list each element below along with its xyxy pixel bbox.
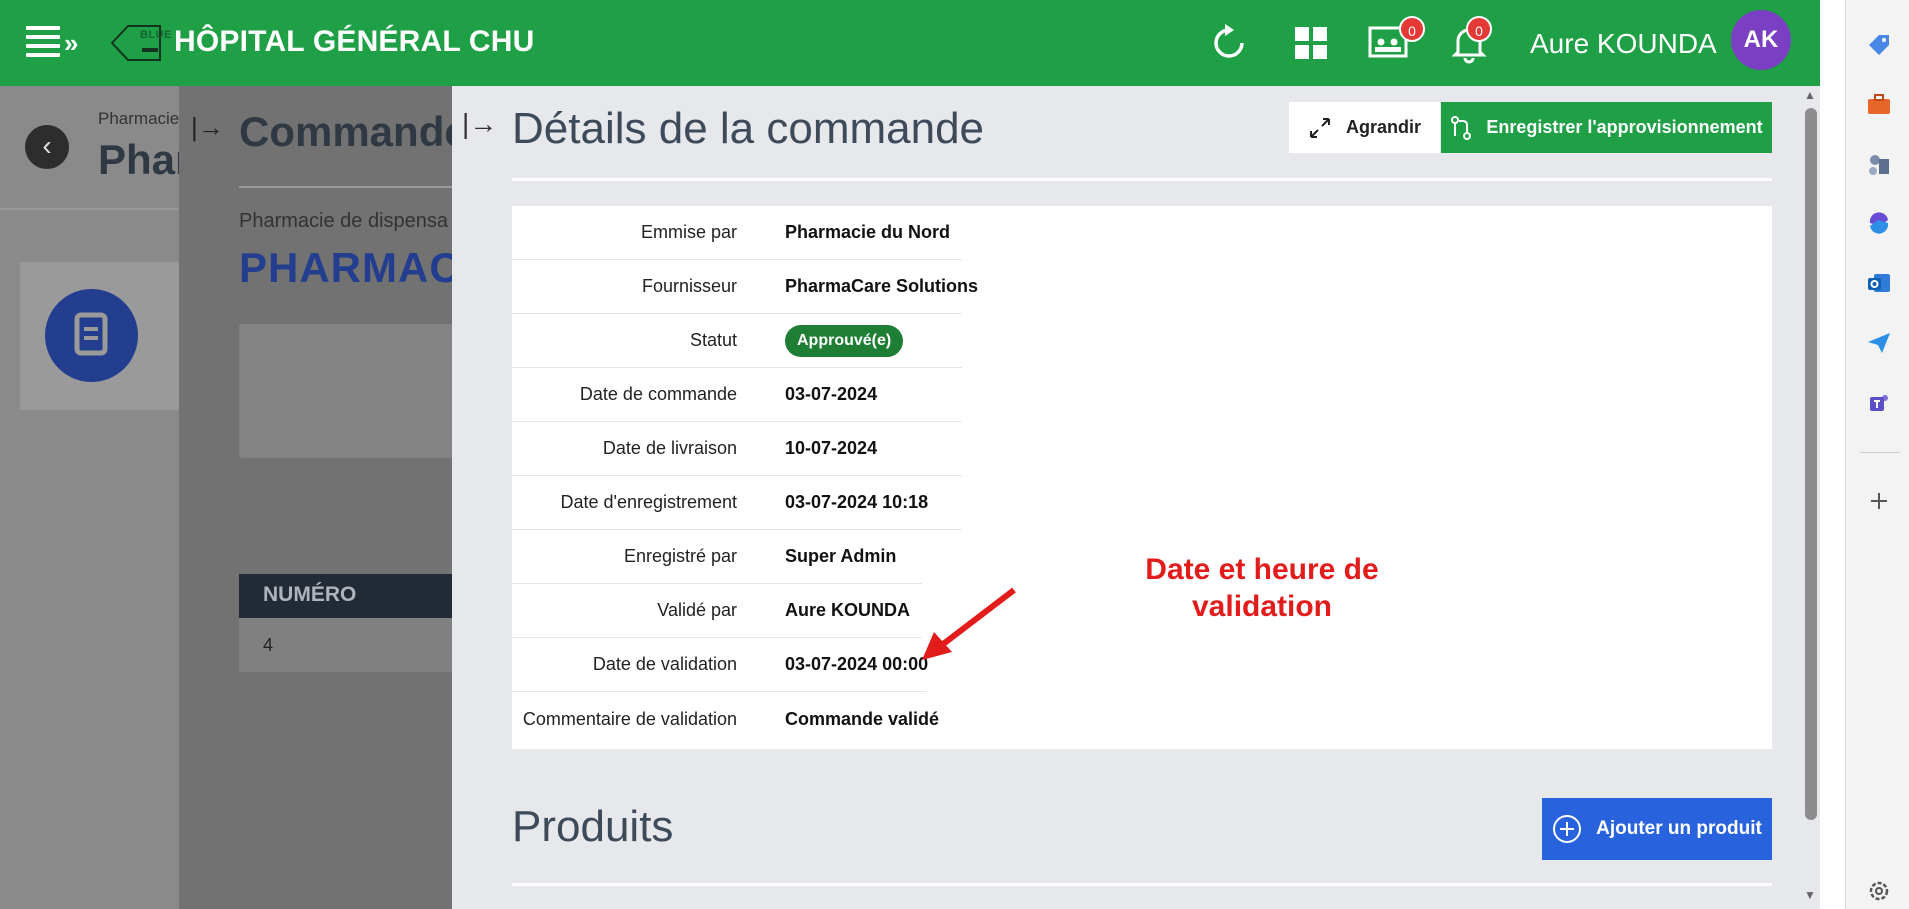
- detail-value: Super Admin: [785, 546, 897, 566]
- toolbox-icon[interactable]: [1866, 91, 1892, 117]
- detail-label: Date de validation: [592, 654, 737, 674]
- detail-value: Pharmacie du Nord: [785, 222, 951, 242]
- detail-row-validation-date: Date de validation 03-07-2024 00:00: [512, 638, 929, 692]
- double-chevron-right-icon[interactable]: »: [64, 30, 78, 56]
- register-supply-label: Enregistrer l'approvisionnement: [1486, 117, 1763, 137]
- detail-value: Approuvé(e): [785, 324, 904, 357]
- divider: [512, 178, 1772, 181]
- column-header-number[interactable]: NUMÉRO: [263, 583, 356, 607]
- detail-label: Enregistré par: [623, 546, 737, 566]
- filter-card: [239, 324, 452, 458]
- detail-row-order-date: Date de commande 03-07-2024: [512, 368, 962, 422]
- detail-value: Commande validé: [785, 708, 940, 729]
- outlook-icon[interactable]: [1866, 270, 1892, 296]
- detail-label: Emmise par: [640, 222, 737, 242]
- plus-circle-icon: [1553, 815, 1582, 843]
- document-icon: [45, 289, 138, 382]
- detail-label: Date de livraison: [602, 438, 737, 458]
- add-product-label: Ajouter un produit: [1596, 818, 1762, 839]
- detail-label: Date de commande: [579, 384, 737, 404]
- add-icon[interactable]: [1866, 488, 1892, 514]
- detail-value: 03-07-2024 00:00: [785, 654, 929, 674]
- register-supply-button[interactable]: Enregistrer l'approvisionnement: [1441, 102, 1772, 153]
- avatar[interactable]: AK: [1731, 10, 1791, 70]
- teams-icon[interactable]: [1866, 390, 1892, 416]
- order-details-panel: |→ Détails de la commande Agrandir Enreg…: [452, 86, 1820, 909]
- send-icon[interactable]: [1866, 330, 1892, 356]
- settings-gear-icon[interactable]: [1866, 878, 1892, 904]
- orders-title: Commandes: [239, 108, 452, 155]
- detail-value: 10-07-2024: [785, 438, 878, 458]
- scroll-up-icon[interactable]: ▲: [1804, 88, 1816, 102]
- order-details-table: Emmise par Pharmacie du Nord Fournisseur…: [512, 206, 1772, 749]
- git-compare-icon: [1451, 115, 1472, 140]
- logo-text: BLUE: [140, 29, 172, 41]
- detail-label: Statut: [689, 330, 737, 350]
- collapse-panel-icon[interactable]: |→: [462, 108, 497, 140]
- detail-row-registered-by: Enregistré par Super Admin: [512, 530, 922, 584]
- detail-row-status: Statut Approuvé(e): [512, 314, 962, 368]
- detail-row-issued-by: Emmise par Pharmacie du Nord: [512, 206, 962, 260]
- top-navigation-bar: » BLUE HÔPITAL GÉNÉRAL CHU 0 0 Aure KOUN…: [0, 0, 1820, 86]
- divider: [1860, 452, 1900, 453]
- divider: [512, 883, 1772, 886]
- orders-panel: |→ Commandes Pharmacie de dispensa PHARM…: [179, 86, 452, 909]
- detail-value: 03-07-2024: [785, 384, 878, 404]
- back-arrow-icon[interactable]: ‹: [25, 125, 69, 169]
- detail-row-validation-comment: Commentaire de validation Commande valid…: [512, 692, 939, 746]
- user-name[interactable]: Aure KOUNDA: [1530, 28, 1717, 60]
- expand-button[interactable]: Agrandir: [1289, 102, 1440, 153]
- tag-icon[interactable]: [1866, 32, 1892, 58]
- detail-label: Fournisseur: [641, 276, 737, 296]
- browser-sidebar: [1845, 0, 1909, 909]
- app-title[interactable]: HÔPITAL GÉNÉRAL CHU: [174, 25, 535, 59]
- products-title: Produits: [512, 802, 674, 851]
- detail-value: 03-07-2024 10:18: [785, 492, 929, 512]
- scrollbar-track[interactable]: [1820, 0, 1845, 909]
- scroll-down-icon[interactable]: ▼: [1804, 888, 1816, 902]
- menu-icon[interactable]: [26, 26, 60, 60]
- collapse-panel-icon[interactable]: |→: [191, 112, 224, 143]
- pharmacy-name: PHARMACI: [239, 244, 452, 291]
- breadcrumb[interactable]: Pharmacie: [98, 109, 179, 129]
- add-product-button[interactable]: Ajouter un produit: [1542, 798, 1772, 860]
- annotation-arrow-icon: [922, 587, 1016, 660]
- divider: [239, 186, 452, 188]
- apps-grid-icon[interactable]: [1290, 22, 1332, 64]
- detail-value: Aure KOUNDA: [785, 600, 911, 620]
- expand-button-label: Agrandir: [1345, 117, 1421, 137]
- annotation-line-1: Date et heure de: [1145, 553, 1379, 586]
- detail-row-registration-date: Date d'enregistrement 03-07-2024 10:18: [512, 476, 962, 530]
- table-cell-number: 4: [263, 635, 274, 655]
- pharmacy-subtitle: Pharmacie de dispensa: [239, 210, 449, 232]
- notification-badge: 0: [1399, 16, 1425, 42]
- status-badge: Approuvé(e): [785, 324, 904, 357]
- expand-icon: [1309, 117, 1330, 138]
- detail-label: Commentaire de validation: [522, 708, 737, 729]
- annotation-line-2: validation: [1191, 590, 1333, 623]
- bell-badge: 0: [1466, 16, 1492, 42]
- divider: [0, 208, 179, 210]
- panel-title: Détails de la commande: [512, 104, 985, 153]
- detail-row-validated-by: Validé par Aure KOUNDA: [512, 584, 922, 638]
- detail-value: PharmaCare Solutions: [785, 276, 979, 296]
- refresh-icon[interactable]: [1208, 22, 1250, 64]
- detail-row-delivery-date: Date de livraison 10-07-2024: [512, 422, 962, 476]
- games-icon[interactable]: [1866, 151, 1892, 177]
- annotation-text: Date et heure de validation: [1072, 551, 1452, 625]
- detail-row-supplier: Fournisseur PharmaCare Solutions: [512, 260, 978, 314]
- background-page-title: Phar: [98, 136, 192, 183]
- scrollbar-thumb[interactable]: [1805, 108, 1817, 820]
- detail-label: Validé par: [657, 600, 737, 620]
- copilot-icon[interactable]: [1866, 210, 1892, 236]
- detail-label: Date d'enregistrement: [560, 492, 737, 512]
